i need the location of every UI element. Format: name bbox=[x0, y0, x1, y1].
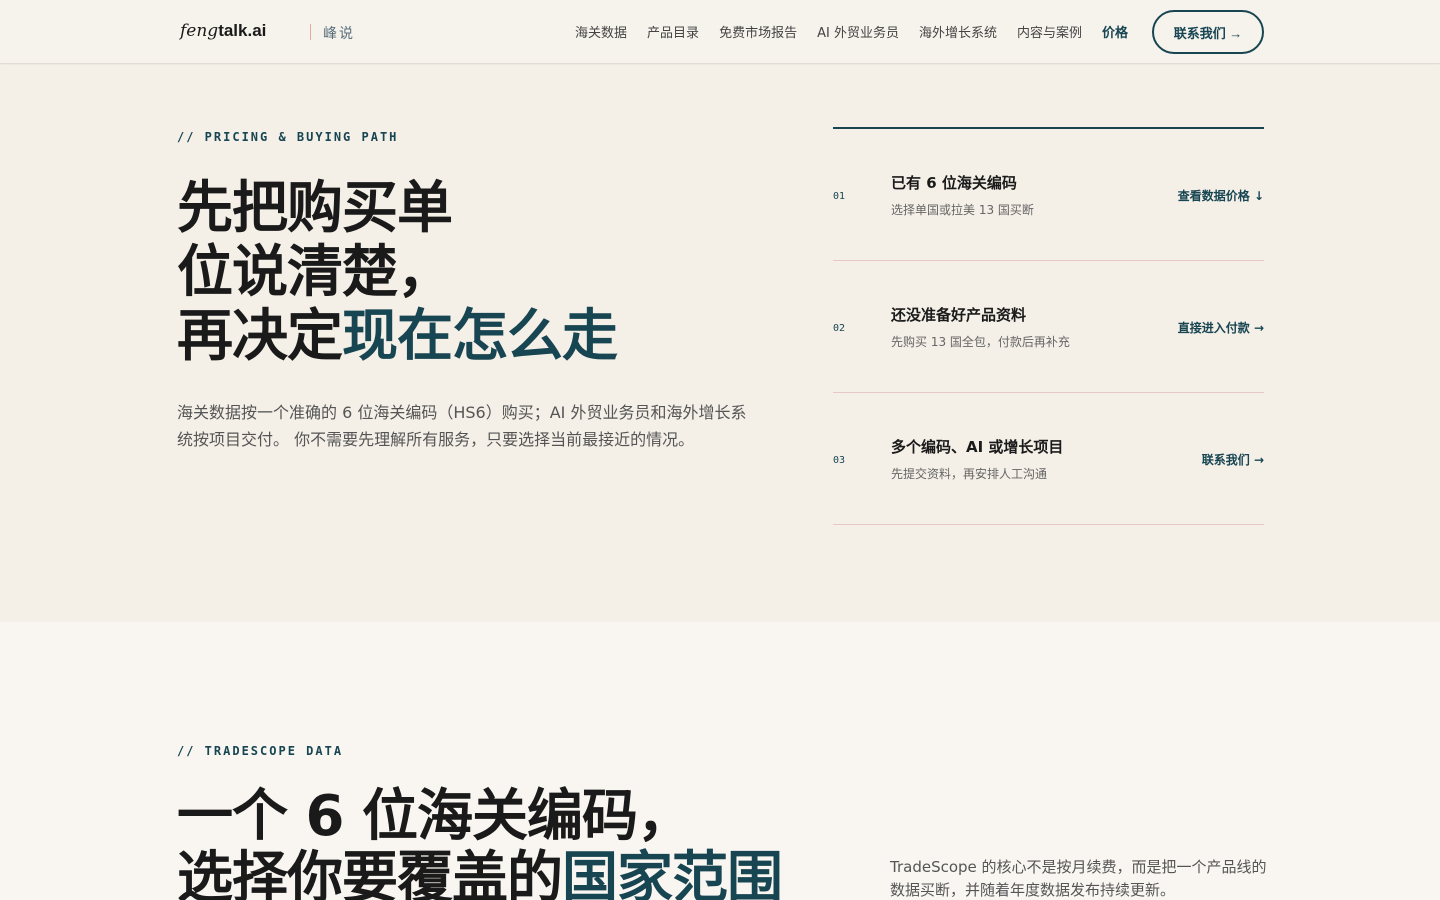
pricing-lead: 海关数据按一个准确的 6 位海关编码（HS6）购买；AI 外贸业务员和海外增长系… bbox=[177, 403, 747, 449]
nav-free-report[interactable]: 免费市场报告 bbox=[719, 22, 797, 41]
nav-content-cases[interactable]: 内容与案例 bbox=[1017, 22, 1082, 41]
step-description: 先购买 13 国全包，付款后再补充 bbox=[891, 335, 1070, 349]
tradescope-paragraph: TradeScope 的核心不是按月续费，而是把一个产品线的数据买断，并随着年度… bbox=[890, 858, 1267, 899]
tradescope-headline-line-2a: 选择你要覆盖的 bbox=[177, 846, 563, 900]
step-description: 选择单国或拉美 13 国买断 bbox=[891, 203, 1034, 217]
main-nav: 海关数据 产品目录 免费市场报告 AI 外贸业务员 海外增长系统 内容与案例 价… bbox=[575, 22, 1128, 41]
step-number: 03 bbox=[833, 455, 846, 466]
step-number: 02 bbox=[833, 323, 846, 334]
headline-line-2: 位说清楚， bbox=[177, 240, 453, 305]
list-item: 01 已有 6 位海关编码 选择单国或拉美 13 国买断 查看数据价格 ↓ bbox=[833, 129, 1264, 261]
tradescope-section: // TRADESCOPE DATA 一个 6 位海关编码， 选择你要覆盖的国家… bbox=[0, 622, 1440, 900]
headline-line-1: 先把购买单 bbox=[177, 176, 453, 241]
tradescope-eyebrow: // TRADESCOPE DATA bbox=[177, 744, 344, 758]
step-title: 多个编码、AI 或增长项目 bbox=[891, 438, 1064, 456]
headline-line-3b: 现在怎么走 bbox=[342, 304, 618, 369]
headline-line-3a: 再决定 bbox=[177, 304, 343, 369]
pricing-eyebrow: // PRICING & BUYING PATH bbox=[177, 130, 399, 144]
logo[interactable]: fengtalk.ai bbox=[180, 21, 266, 41]
contact-us-link[interactable]: 联系我们 → bbox=[1202, 451, 1264, 468]
list-item: 02 还没准备好产品资料 先购买 13 国全包，付款后再补充 直接进入付款 → bbox=[833, 261, 1264, 393]
pricing-section: // PRICING & BUYING PATH 先把购买单 位说清楚， 再决定… bbox=[0, 65, 1440, 622]
go-to-payment-link[interactable]: 直接进入付款 → bbox=[1178, 319, 1264, 336]
logo-italic: feng bbox=[180, 21, 219, 41]
brand-cn-name: 峰说 bbox=[323, 26, 355, 42]
nav-product-catalog[interactable]: 产品目录 bbox=[647, 22, 699, 41]
nav-customs-data[interactable]: 海关数据 bbox=[575, 22, 627, 41]
step-number: 01 bbox=[833, 191, 846, 202]
nav-growth-system[interactable]: 海外增长系统 bbox=[919, 22, 997, 41]
nav-ai-sales[interactable]: AI 外贸业务员 bbox=[817, 22, 899, 41]
view-data-price-link[interactable]: 查看数据价格 ↓ bbox=[1178, 187, 1264, 204]
nav-pricing[interactable]: 价格 bbox=[1102, 22, 1128, 41]
brand-divider bbox=[310, 24, 311, 40]
contact-us-button[interactable]: 联系我们 → bbox=[1152, 10, 1264, 54]
logo-bold: talk.ai bbox=[218, 21, 267, 40]
step-title: 还没准备好产品资料 bbox=[891, 306, 1027, 324]
tradescope-headline: 一个 6 位海关编码， 选择你要覆盖的国家范围 bbox=[177, 784, 783, 900]
buying-path-list: 01 已有 6 位海关编码 选择单国或拉美 13 国买断 查看数据价格 ↓ 02… bbox=[833, 127, 1264, 525]
tradescope-headline-line-1: 一个 6 位海关编码， bbox=[177, 784, 693, 849]
step-title: 已有 6 位海关编码 bbox=[891, 174, 1017, 192]
pricing-headline: 先把购买单 位说清楚， 再决定现在怎么走 bbox=[177, 176, 618, 369]
step-description: 先提交资料，再安排人工沟通 bbox=[891, 467, 1048, 481]
tradescope-headline-line-2b: 国家范围 bbox=[562, 846, 783, 900]
site-header: fengtalk.ai 峰说 海关数据 产品目录 免费市场报告 AI 外贸业务员… bbox=[0, 0, 1440, 64]
list-item: 03 多个编码、AI 或增长项目 先提交资料，再安排人工沟通 联系我们 → bbox=[833, 393, 1264, 525]
